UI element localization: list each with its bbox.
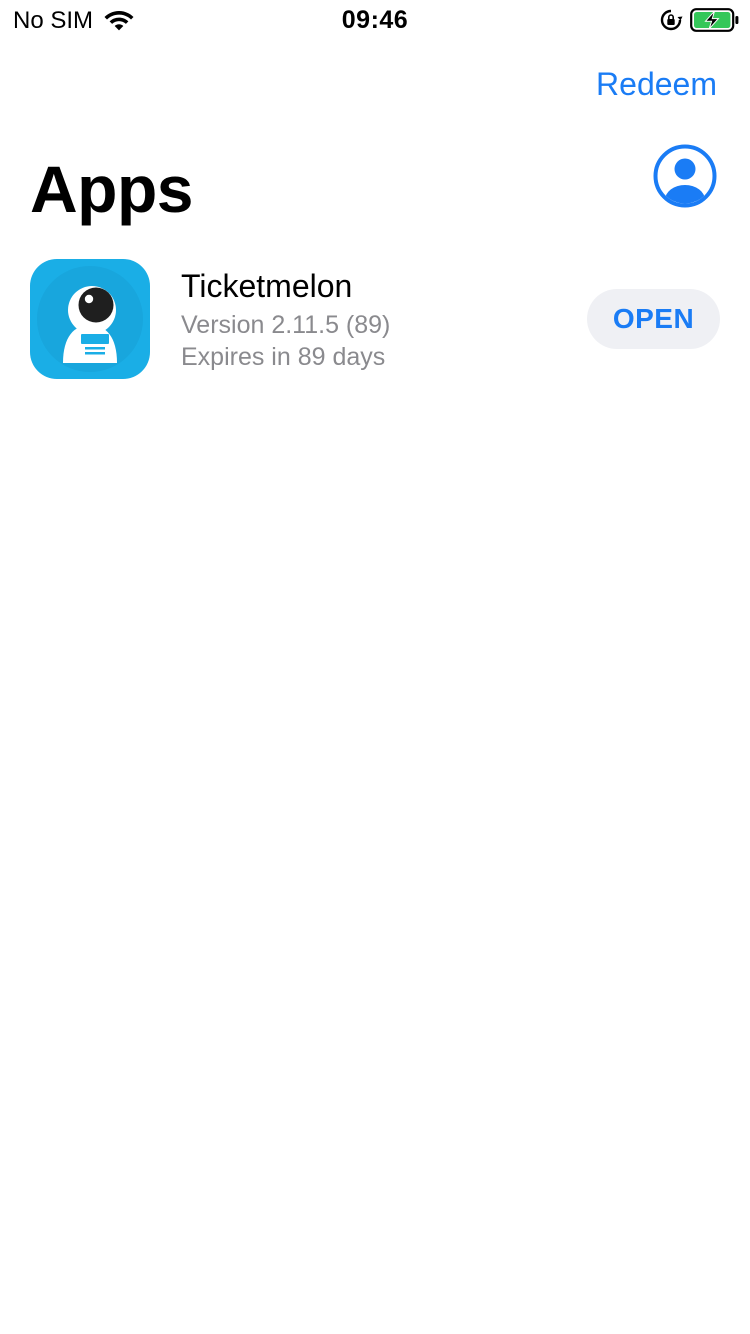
open-button[interactable]: OPEN: [587, 289, 720, 349]
status-bar: No SIM 09:46: [0, 0, 750, 40]
astronaut-app-icon: [30, 259, 150, 379]
account-button[interactable]: [653, 144, 717, 208]
rotation-lock-icon: [660, 9, 683, 31]
account-circle-icon: [653, 144, 717, 208]
status-time: 09:46: [341, 6, 409, 34]
page-title: Apps: [30, 152, 194, 226]
app-expiry: Expires in 89 days: [181, 343, 386, 371]
redeem-button[interactable]: Redeem: [596, 64, 717, 104]
app-name: Ticketmelon: [181, 268, 353, 304]
app-version: Version 2.11.5 (89): [181, 311, 391, 339]
battery-charging-icon: [690, 8, 739, 32]
app-list-item[interactable]: Ticketmelon Version 2.11.5 (89) Expires …: [0, 257, 750, 381]
